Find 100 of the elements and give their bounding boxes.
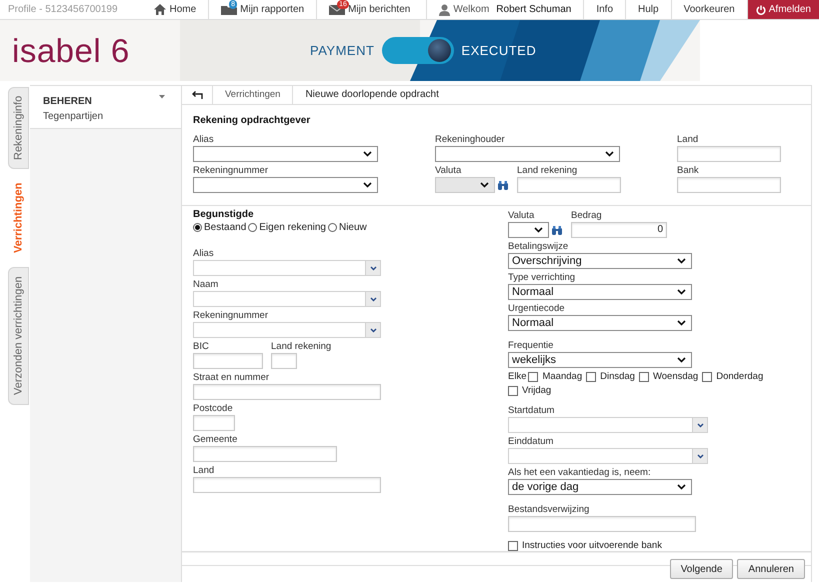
checkbox-label: Vrijdag — [522, 385, 552, 396]
input-field[interactable] — [193, 353, 263, 369]
nav-link[interactable]: Welkom Robert Schuman — [426, 0, 584, 19]
sidebar-item[interactable]: Tegenpartijen — [43, 111, 181, 122]
chevron-icon — [677, 484, 686, 490]
input-field[interactable] — [677, 146, 781, 162]
radio-button[interactable] — [193, 223, 202, 232]
chevron-icon — [677, 289, 686, 295]
caret-icon — [696, 454, 704, 458]
back-icon[interactable] — [191, 91, 203, 99]
field-label: Naam — [193, 278, 220, 291]
logout-button[interactable]: Afmelden — [746, 0, 819, 19]
input-field[interactable] — [508, 516, 696, 532]
welcome-label: Welkom — [453, 4, 490, 15]
input-field[interactable] — [193, 477, 381, 493]
toggle-switch[interactable] — [382, 37, 454, 64]
field-label: BIC — [193, 340, 210, 353]
checkbox[interactable] — [508, 540, 518, 550]
action-button[interactable]: Annuleren — [737, 559, 805, 579]
binoculars-icon[interactable] — [551, 225, 563, 236]
input-field[interactable] — [193, 384, 381, 400]
input-field[interactable] — [517, 177, 621, 193]
checkbox-label: Instructies voor uitvoerende bank — [522, 540, 662, 551]
checkbox[interactable] — [702, 372, 712, 382]
field-label: Einddatum — [508, 435, 554, 448]
input-field[interactable] — [193, 446, 337, 462]
field-label: Urgentiecode — [508, 302, 566, 315]
radio-button[interactable] — [248, 223, 258, 232]
days-label: Elke — [508, 371, 526, 382]
side-tab[interactable]: Rekeninginfo — [8, 87, 29, 169]
field-label: Bank — [677, 164, 700, 177]
chevron-icon — [363, 151, 372, 157]
input-field[interactable] — [677, 177, 781, 193]
power-icon — [756, 4, 766, 14]
checkbox-label: Donderdag — [716, 371, 764, 382]
nav-link[interactable]: Home — [142, 0, 208, 19]
radio-button[interactable] — [328, 223, 337, 232]
field-label: Type verrichting — [508, 271, 576, 284]
caret-icon — [370, 266, 376, 270]
checkbox[interactable] — [586, 372, 596, 382]
field-label: Rekeningnummer — [193, 164, 269, 177]
field-label: Alias — [193, 133, 215, 146]
field-label: Land — [677, 133, 700, 146]
sidebar-heading[interactable]: BEHEREN — [43, 96, 92, 107]
caret-icon — [370, 296, 376, 302]
input-field[interactable] — [271, 353, 297, 369]
field-label: Straat en nummer — [193, 371, 270, 384]
checkbox-label: Woensdag — [652, 371, 698, 382]
dropdown[interactable]: Overschrijving — [508, 253, 692, 269]
input-field[interactable]: 0 — [571, 222, 667, 238]
field-label: Postcode — [193, 402, 234, 415]
checkbox-label: Maandag — [542, 371, 582, 382]
dropdown[interactable]: wekelijks — [508, 352, 692, 368]
field-label: Bedrag — [571, 209, 603, 222]
field-label: Alias — [193, 247, 215, 260]
nav-link[interactable]: Hulp — [625, 0, 671, 19]
breadcrumb-item: Nieuwe doorlopende opdracht — [304, 88, 440, 102]
dropdown[interactable]: de vorige dag — [508, 479, 692, 495]
field-label: Valuta — [508, 209, 536, 222]
checkbox[interactable] — [508, 386, 518, 396]
field-label: Land rekening — [517, 164, 578, 177]
field-label: Land rekening — [271, 340, 332, 353]
dropdown[interactable] — [508, 222, 549, 238]
section-title: Begunstigde — [193, 209, 255, 220]
field-label: Rekeningnummer — [193, 309, 269, 322]
checkbox-label: Dinsdag — [600, 371, 635, 382]
chevron-icon — [605, 151, 614, 157]
chevron-icon — [480, 182, 489, 188]
side-tab[interactable]: Verzonden verrichtingen — [8, 267, 29, 405]
caret-icon — [696, 422, 704, 428]
field-label: Startdatum — [508, 404, 556, 417]
caret-icon[interactable] — [159, 95, 165, 99]
input-field[interactable] — [193, 415, 235, 431]
radio-label: Eigen rekening — [259, 222, 326, 233]
section-title: Rekening opdrachtgever — [193, 115, 312, 126]
binoculars-icon[interactable] — [497, 180, 509, 191]
chevron-icon — [534, 227, 543, 233]
home-icon — [154, 4, 166, 15]
breadcrumb-item[interactable]: Verrichtingen — [213, 86, 294, 104]
chevron-icon — [677, 357, 686, 363]
field-label: Betalingswijze — [508, 240, 570, 253]
chevron-icon — [677, 258, 686, 264]
chevron-icon — [677, 320, 686, 326]
dropdown[interactable]: Normaal — [508, 315, 692, 331]
field-label: Land — [193, 464, 216, 477]
field-label: Rekeninghouder — [435, 133, 506, 146]
chevron-icon — [363, 182, 372, 188]
dropdown[interactable]: Normaal — [508, 284, 692, 300]
action-button[interactable]: Volgende — [670, 559, 734, 579]
logo: isabel 6 — [12, 32, 131, 70]
field-label: Gemeente — [193, 433, 238, 446]
checkbox[interactable] — [638, 372, 649, 382]
checkbox[interactable] — [528, 372, 538, 382]
field-label: Bestandsverwijzing — [508, 503, 590, 516]
nav-link[interactable]: Info — [583, 0, 626, 19]
user-icon — [439, 4, 450, 16]
field-label: Valuta — [435, 164, 462, 177]
field-label: Frequentie — [508, 339, 554, 352]
field-label: Als het een vakantiedag is, neem: — [508, 466, 652, 479]
toggle-label: EXECUTED — [461, 43, 536, 58]
